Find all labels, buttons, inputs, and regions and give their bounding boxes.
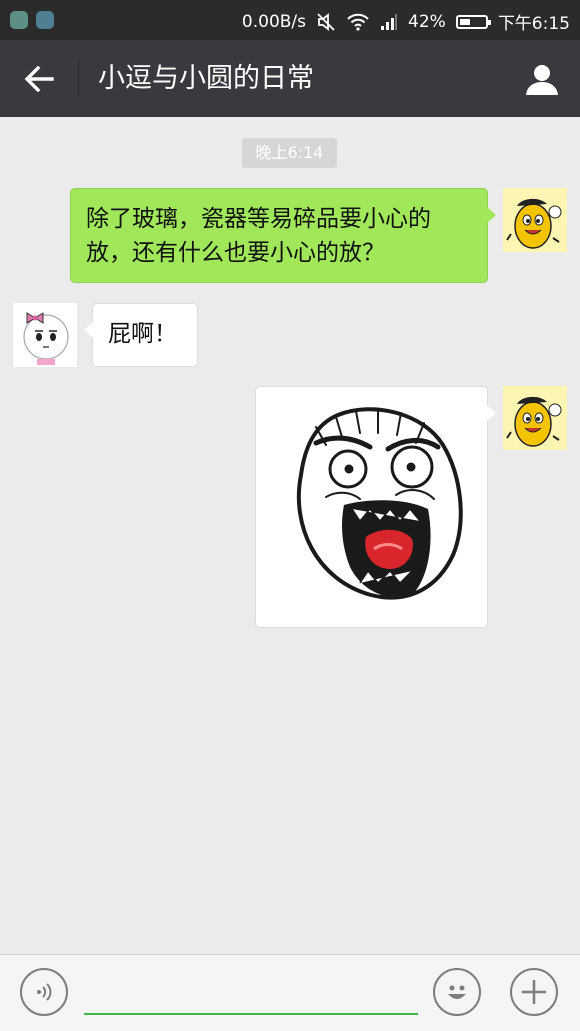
notification-app-icon <box>10 11 28 29</box>
header-divider <box>78 60 79 98</box>
emoji-button[interactable] <box>433 968 481 1016</box>
notification-app-icon <box>36 11 54 29</box>
mute-icon <box>316 12 336 32</box>
chat-title: 小逗与小圆的日常 <box>98 63 314 94</box>
status-bar: 0.00B/s 42% 下午6:15 <box>0 0 580 40</box>
contact-message-bubble[interactable]: 屁啊！ <box>84 303 198 367</box>
chat-header: 小逗与小圆的日常 <box>0 40 580 117</box>
voice-icon <box>37 983 52 1001</box>
clock: 下午6:15 <box>497 14 570 34</box>
mascot-avatar-image <box>506 198 562 249</box>
message-text: 屁啊！ <box>108 321 177 347</box>
girl-avatar-image <box>23 312 69 365</box>
my-sticker-message[interactable] <box>255 386 496 628</box>
chat-info-button[interactable] <box>520 58 564 100</box>
my-avatar[interactable] <box>503 386 567 450</box>
message-text: 除了玻璃，瓷器等易碎品要小心的放，还有什么也要小心的放？ <box>86 206 431 266</box>
message-input-bar <box>0 954 580 1031</box>
wifi-icon <box>346 12 370 32</box>
battery-fill <box>459 18 470 25</box>
my-message-bubble[interactable]: 除了玻璃，瓷器等易碎品要小心的放，还有什么也要小心的放？ <box>70 188 496 283</box>
emoji-icon <box>448 985 466 999</box>
network-speed: 0.00B/s <box>241 11 307 32</box>
arrow-left-icon <box>24 66 54 92</box>
rage-face-sticker <box>296 407 463 600</box>
back-button[interactable] <box>14 58 64 100</box>
plus-icon <box>522 980 546 1004</box>
mascot-avatar-image <box>506 396 562 447</box>
contact-avatar[interactable] <box>13 303 77 367</box>
battery-icon <box>455 14 491 29</box>
message-time-label: 晚上6:14 <box>242 138 337 168</box>
signal-icon <box>380 13 398 31</box>
voice-toggle-button[interactable] <box>20 968 68 1016</box>
my-avatar[interactable] <box>503 188 567 252</box>
message-text-input[interactable] <box>84 969 418 1015</box>
more-functions-button[interactable] <box>510 968 558 1016</box>
person-icon <box>526 65 558 95</box>
battery-percent: 42% <box>408 11 446 32</box>
